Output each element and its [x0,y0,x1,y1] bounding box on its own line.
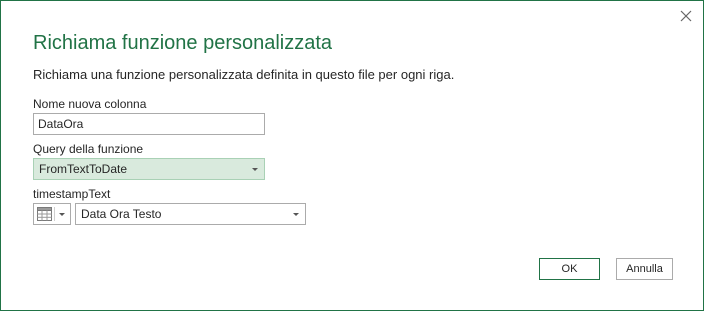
parameter-column-dropdown[interactable]: Data Ora Testo [75,203,306,225]
table-column-icon [37,207,52,221]
chevron-down-icon [293,213,299,216]
chevron-down-icon [252,168,258,171]
divider [54,207,55,221]
dialog-description: Richiama una funzione personalizzata def… [33,67,455,82]
invoke-custom-function-dialog: Richiama funzione personalizzata Richiam… [0,0,704,311]
new-column-name-label: Nome nuova colonna [33,97,147,111]
new-column-name-field[interactable] [33,113,265,135]
ok-button[interactable]: OK [539,258,600,280]
parameter-label: timestampText [33,187,111,201]
cancel-button[interactable]: Annulla [616,258,673,280]
function-query-value: FromTextToDate [39,162,128,176]
function-query-label: Query della funzione [33,142,144,156]
parameter-type-button[interactable] [33,203,71,225]
parameter-column-value: Data Ora Testo [81,207,162,221]
close-icon [680,10,692,22]
new-column-name-input[interactable] [34,114,264,134]
dialog-title: Richiama funzione personalizzata [33,32,333,54]
close-button[interactable] [677,7,695,25]
function-query-dropdown[interactable]: FromTextToDate [33,158,265,180]
chevron-down-icon [59,213,65,216]
